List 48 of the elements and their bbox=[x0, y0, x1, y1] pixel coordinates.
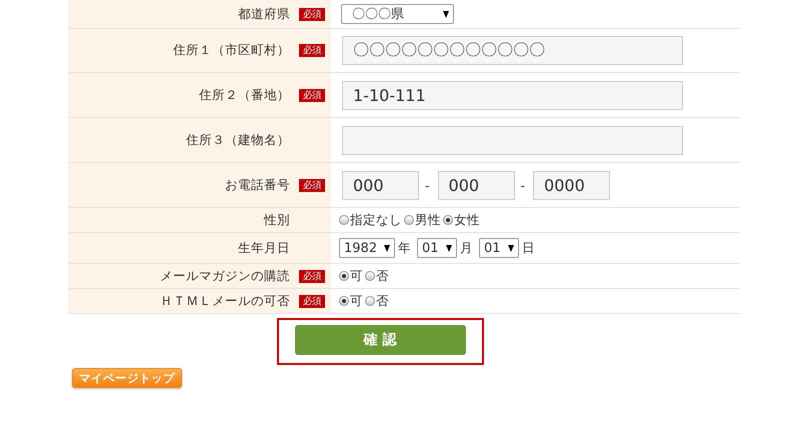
field-label: 性別 bbox=[264, 212, 290, 228]
field-label: 住所１（市区町村） bbox=[173, 42, 290, 59]
radio-button[interactable] bbox=[339, 296, 349, 306]
field-label: メールマガジンの購読 bbox=[160, 268, 290, 284]
required-badge: 必須 bbox=[299, 294, 325, 308]
radio-button[interactable] bbox=[443, 215, 453, 225]
separator: - bbox=[425, 178, 430, 192]
field-label: 住所２（番地） bbox=[199, 86, 290, 104]
radio-label: 可 bbox=[350, 292, 363, 310]
dropdown[interactable]: 〇〇〇県 bbox=[341, 4, 454, 24]
date-unit: 日 bbox=[522, 240, 535, 256]
dropdown[interactable]: 1982 bbox=[339, 238, 395, 258]
radio-label: 可 bbox=[350, 268, 363, 284]
required-badge: 必須 bbox=[299, 8, 325, 20]
input-field[interactable]: 000 bbox=[342, 170, 419, 200]
input-field[interactable]: 000 bbox=[438, 170, 515, 200]
radio-label: 指定なし bbox=[350, 212, 402, 228]
radio-button[interactable] bbox=[365, 296, 375, 306]
field-label: ＨＴＭＬメールの可否 bbox=[160, 292, 290, 310]
date-unit: 年 bbox=[398, 240, 411, 256]
field-label: 生年月日 bbox=[238, 240, 290, 256]
required-badge: 必須 bbox=[299, 44, 325, 57]
radio-button[interactable] bbox=[365, 271, 375, 281]
caret-icon bbox=[508, 244, 514, 252]
radio-button[interactable] bbox=[404, 215, 414, 225]
required-badge: 必須 bbox=[299, 270, 325, 282]
field-label: 都道府県 bbox=[238, 6, 290, 22]
radio-label: 男性 bbox=[415, 212, 441, 228]
radio-label: 否 bbox=[376, 268, 389, 284]
radio-label: 否 bbox=[376, 292, 389, 310]
separator: - bbox=[520, 178, 526, 192]
date-unit: 月 bbox=[460, 240, 473, 256]
input-field[interactable] bbox=[342, 126, 683, 154]
radio-button[interactable] bbox=[339, 215, 349, 225]
caret-icon bbox=[446, 244, 452, 252]
dropdown[interactable]: 01 bbox=[479, 238, 519, 258]
caret-icon bbox=[443, 10, 449, 18]
radio-button[interactable] bbox=[339, 271, 349, 281]
caret-icon bbox=[384, 244, 390, 252]
dropdown[interactable]: 01 bbox=[417, 238, 457, 258]
input-field[interactable]: 0000 bbox=[533, 170, 610, 200]
input-field[interactable]: 〇〇〇〇〇〇〇〇〇〇〇〇 bbox=[342, 36, 683, 65]
radio-label: 女性 bbox=[454, 212, 480, 228]
required-badge: 必須 bbox=[299, 88, 325, 102]
required-badge: 必須 bbox=[299, 178, 325, 192]
field-label: 住所３（建物名） bbox=[186, 132, 290, 148]
input-field[interactable]: 1-10-111 bbox=[342, 80, 683, 110]
field-label: お電話番号 bbox=[225, 176, 290, 194]
